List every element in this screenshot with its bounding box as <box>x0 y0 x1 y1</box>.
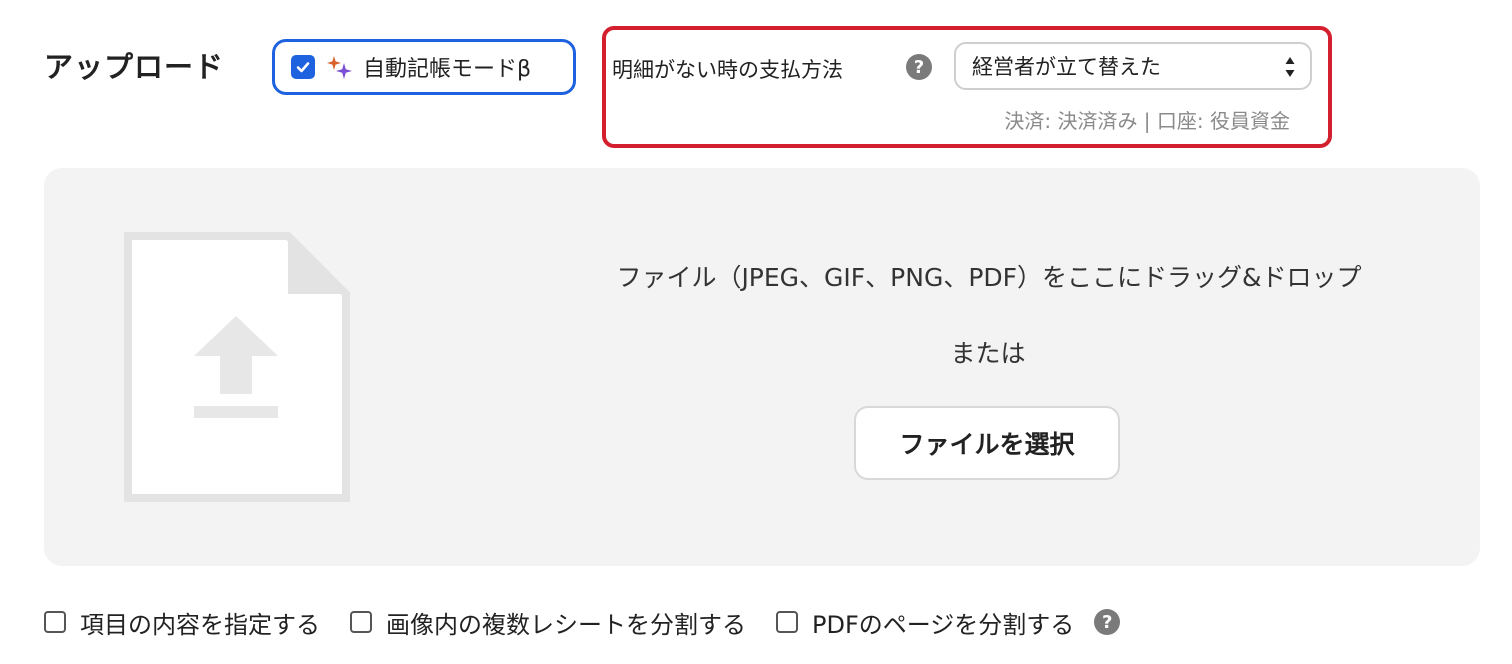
specify-items-label: 項目の内容を指定する <box>80 610 320 639</box>
specify-items-option[interactable]: 項目の内容を指定する <box>44 605 320 640</box>
sparkle-icon <box>327 56 352 79</box>
upload-options: 項目の内容を指定する 画像内の複数レシートを分割する PDFのページを分割する … <box>44 602 1121 642</box>
payment-method-label: 明細がない時の支払方法 <box>612 58 843 82</box>
dropzone-or-text: または <box>950 339 1026 368</box>
auto-mode-checkbox[interactable] <box>291 55 315 79</box>
split-receipts-checkbox[interactable] <box>350 611 372 633</box>
check-icon <box>296 62 310 73</box>
split-receipts-option[interactable]: 画像内の複数レシートを分割する <box>350 605 746 640</box>
specify-items-checkbox[interactable] <box>44 611 66 633</box>
upload-title: アップロード <box>44 50 225 84</box>
payment-method-detail: 決済: 決済済み | 口座: 役員資金 <box>1004 109 1290 133</box>
question-circle-icon[interactable]: ? <box>1094 609 1121 635</box>
auto-bookkeeping-toggle[interactable]: 自動記帳モードβ <box>272 39 576 95</box>
split-receipts-label: 画像内の複数レシートを分割する <box>386 610 746 639</box>
select-file-button[interactable]: ファイルを選択 <box>854 406 1120 480</box>
payment-method-value: 経営者が立て替えた <box>972 55 1161 79</box>
split-pdf-checkbox[interactable] <box>776 611 798 633</box>
file-upload-icon <box>124 232 350 502</box>
dropzone-instruction: ファイル（JPEG、GIF、PNG、PDF）をここにドラッグ&ドロップ <box>616 263 1362 292</box>
payment-method-select[interactable]: 経営者が立て替えた <box>954 42 1312 90</box>
split-pdf-label: PDFのページを分割する <box>812 610 1075 639</box>
split-pdf-option[interactable]: PDFのページを分割する <box>776 605 1074 640</box>
select-arrows-icon <box>1285 57 1295 77</box>
question-circle-icon[interactable]: ? <box>906 54 932 80</box>
auto-mode-label: 自動記帳モードβ <box>363 57 532 82</box>
